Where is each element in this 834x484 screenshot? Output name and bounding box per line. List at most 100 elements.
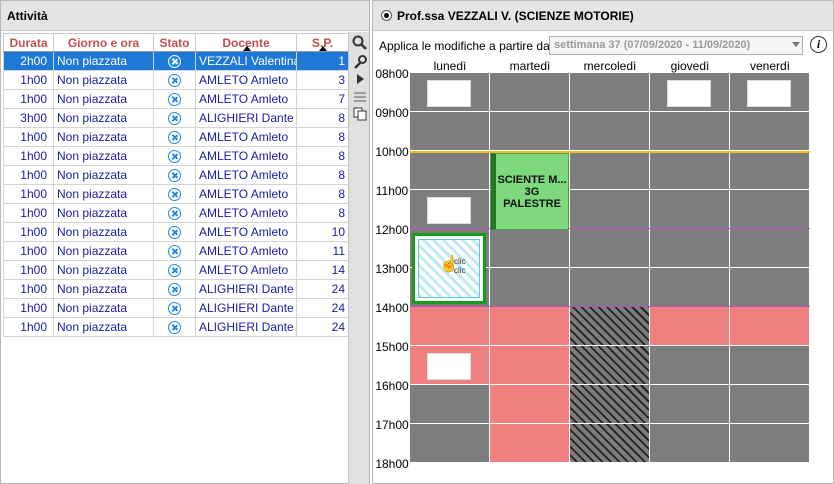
timeslot-cell[interactable] xyxy=(730,307,809,345)
timeslot-cell[interactable] xyxy=(490,307,569,345)
timeslot-cell[interactable] xyxy=(410,424,489,462)
timeslot-cell[interactable] xyxy=(650,112,729,150)
timeslot-cell[interactable] xyxy=(730,346,809,384)
col-header-giorno[interactable]: Giorno e ora xyxy=(53,33,154,52)
timeslot-cell[interactable] xyxy=(490,73,569,111)
timeslot-cell[interactable] xyxy=(730,385,809,423)
day-header: mercoledì xyxy=(583,59,637,73)
col-header-sp[interactable]: S.P. xyxy=(296,33,349,52)
table-row[interactable]: 1h00 Non piazzata AMLETO Amleto 8 xyxy=(3,203,349,223)
table-row[interactable]: 1h00 Non piazzata AMLETO Amleto 8 xyxy=(3,146,349,166)
hour-label: 14h00 xyxy=(375,301,409,315)
hour-label: 16h00 xyxy=(375,379,409,393)
day-header: venerdì xyxy=(749,59,791,73)
timeslot-cell[interactable] xyxy=(650,424,729,462)
timeslot-cell[interactable] xyxy=(650,190,729,228)
timeslot-cell[interactable] xyxy=(570,190,649,228)
timeslot-cell[interactable] xyxy=(490,346,569,384)
wrench-icon[interactable] xyxy=(351,54,368,71)
timeslot-cell[interactable] xyxy=(410,307,489,345)
search-icon[interactable] xyxy=(351,34,368,51)
table-row[interactable]: 1h00 Non piazzata ALIGHIERI Dante 24 xyxy=(3,279,349,299)
timeslot-cell[interactable] xyxy=(490,424,569,462)
col-header-docente[interactable]: Docente xyxy=(195,33,297,52)
cell-durata: 1h00 xyxy=(3,146,54,166)
copy-icon[interactable] xyxy=(351,105,368,122)
timeslot-cell[interactable] xyxy=(570,424,649,462)
cell-docente: AMLETO Amleto xyxy=(195,260,297,280)
cell-docente: ALIGHIERI Dante xyxy=(195,108,297,128)
timeslot-cell[interactable] xyxy=(570,385,649,423)
free-slot-marker xyxy=(427,197,471,224)
free-slot-marker xyxy=(747,80,791,107)
table-row[interactable]: 1h00 Non piazzata AMLETO Amleto 11 xyxy=(3,241,349,261)
timeslot-cell[interactable] xyxy=(650,229,729,267)
table-row[interactable]: 1h00 Non piazzata AMLETO Amleto 10 xyxy=(3,222,349,242)
cell-durata: 1h00 xyxy=(3,222,54,242)
week-select[interactable]: settimana 37 (07/09/2020 - 11/09/2020) xyxy=(549,36,803,55)
table-row[interactable]: 1h00 Non piazzata ALIGHIERI Dante 24 xyxy=(3,298,349,318)
afternoon-line xyxy=(410,228,810,229)
table-row[interactable]: 1h00 Non piazzata AMLETO Amleto 3 xyxy=(3,70,349,90)
timeslot-cell[interactable] xyxy=(410,112,489,150)
timeslot-cell[interactable] xyxy=(570,346,649,384)
cell-durata: 1h00 xyxy=(3,89,54,109)
timeslot-cell[interactable] xyxy=(650,268,729,306)
timeslot-cell[interactable] xyxy=(650,346,729,384)
timeslot-cell[interactable] xyxy=(410,385,489,423)
cell-giorno: Non piazzata xyxy=(53,165,154,185)
course-block[interactable]: SCIENTE M... 3G PALESTRE xyxy=(491,153,569,230)
table-row[interactable]: 1h00 Non piazzata AMLETO Amleto 14 xyxy=(3,260,349,280)
teacher-radio[interactable] xyxy=(381,10,392,21)
cell-durata: 1h00 xyxy=(3,165,54,185)
cell-giorno: Non piazzata xyxy=(53,51,154,71)
table-row[interactable]: 1h00 Non piazzata AMLETO Amleto 8 xyxy=(3,165,349,185)
timeslot-cell[interactable] xyxy=(490,385,569,423)
selected-slot[interactable]: ☝ clic clic xyxy=(412,233,486,304)
free-slot-marker xyxy=(427,353,471,380)
timeslot-cell[interactable] xyxy=(490,112,569,150)
info-icon[interactable]: i xyxy=(810,36,827,53)
col-header-durata[interactable]: Durata xyxy=(3,33,54,52)
table-row[interactable]: 1h00 Non piazzata AMLETO Amleto 7 xyxy=(3,89,349,109)
status-unplaced-icon xyxy=(168,207,181,221)
status-unplaced-icon xyxy=(168,169,181,183)
timeslot-cell[interactable] xyxy=(650,307,729,345)
noon-line xyxy=(410,151,810,153)
list-icon[interactable] xyxy=(351,88,368,105)
timeslot-cell[interactable] xyxy=(570,151,649,189)
cell-giorno: Non piazzata xyxy=(53,184,154,204)
table-row[interactable]: 1h00 Non piazzata AMLETO Amleto 8 xyxy=(3,184,349,204)
timeslot-cell[interactable] xyxy=(730,268,809,306)
col-header-stato[interactable]: Stato xyxy=(153,33,196,52)
timeslot-cell[interactable] xyxy=(570,268,649,306)
cell-stato xyxy=(153,89,196,109)
timeslot-cell[interactable] xyxy=(570,229,649,267)
timeslot-cell[interactable] xyxy=(730,151,809,189)
timeslot-cell[interactable] xyxy=(730,229,809,267)
cell-sp: 8 xyxy=(296,146,349,166)
play-icon[interactable] xyxy=(351,70,368,87)
cell-docente: ALIGHIERI Dante xyxy=(195,317,297,337)
timeslot-cell[interactable] xyxy=(650,385,729,423)
timeslot-cell[interactable] xyxy=(490,268,569,306)
cell-giorno: Non piazzata xyxy=(53,298,154,318)
table-row[interactable]: 1h00 Non piazzata ALIGHIERI Dante 24 xyxy=(3,317,349,337)
timeslot-cell[interactable] xyxy=(490,229,569,267)
table-row[interactable]: 1h00 Non piazzata AMLETO Amleto 8 xyxy=(3,127,349,147)
table-row[interactable]: 2h00 Non piazzata VEZZALI Valentina 1 xyxy=(3,51,349,71)
table-row[interactable]: 3h00 Non piazzata ALIGHIERI Dante 8 xyxy=(3,108,349,128)
cell-docente: AMLETO Amleto xyxy=(195,222,297,242)
timeslot-cell[interactable] xyxy=(650,151,729,189)
cell-docente: ALIGHIERI Dante xyxy=(195,298,297,318)
timeslot-cell[interactable] xyxy=(730,190,809,228)
status-unplaced-icon xyxy=(168,131,181,145)
teacher-title: Prof.ssa VEZZALI V. (SCIENZE MOTORIE) xyxy=(397,9,634,23)
timeslot-cell[interactable] xyxy=(570,112,649,150)
timeslot-cell[interactable] xyxy=(410,151,489,189)
timeslot-cell[interactable] xyxy=(570,307,649,345)
timeslot-cell[interactable] xyxy=(730,112,809,150)
timeslot-cell[interactable] xyxy=(570,73,649,111)
timeslot-cell[interactable] xyxy=(730,424,809,462)
day-header: lunedì xyxy=(433,59,467,73)
